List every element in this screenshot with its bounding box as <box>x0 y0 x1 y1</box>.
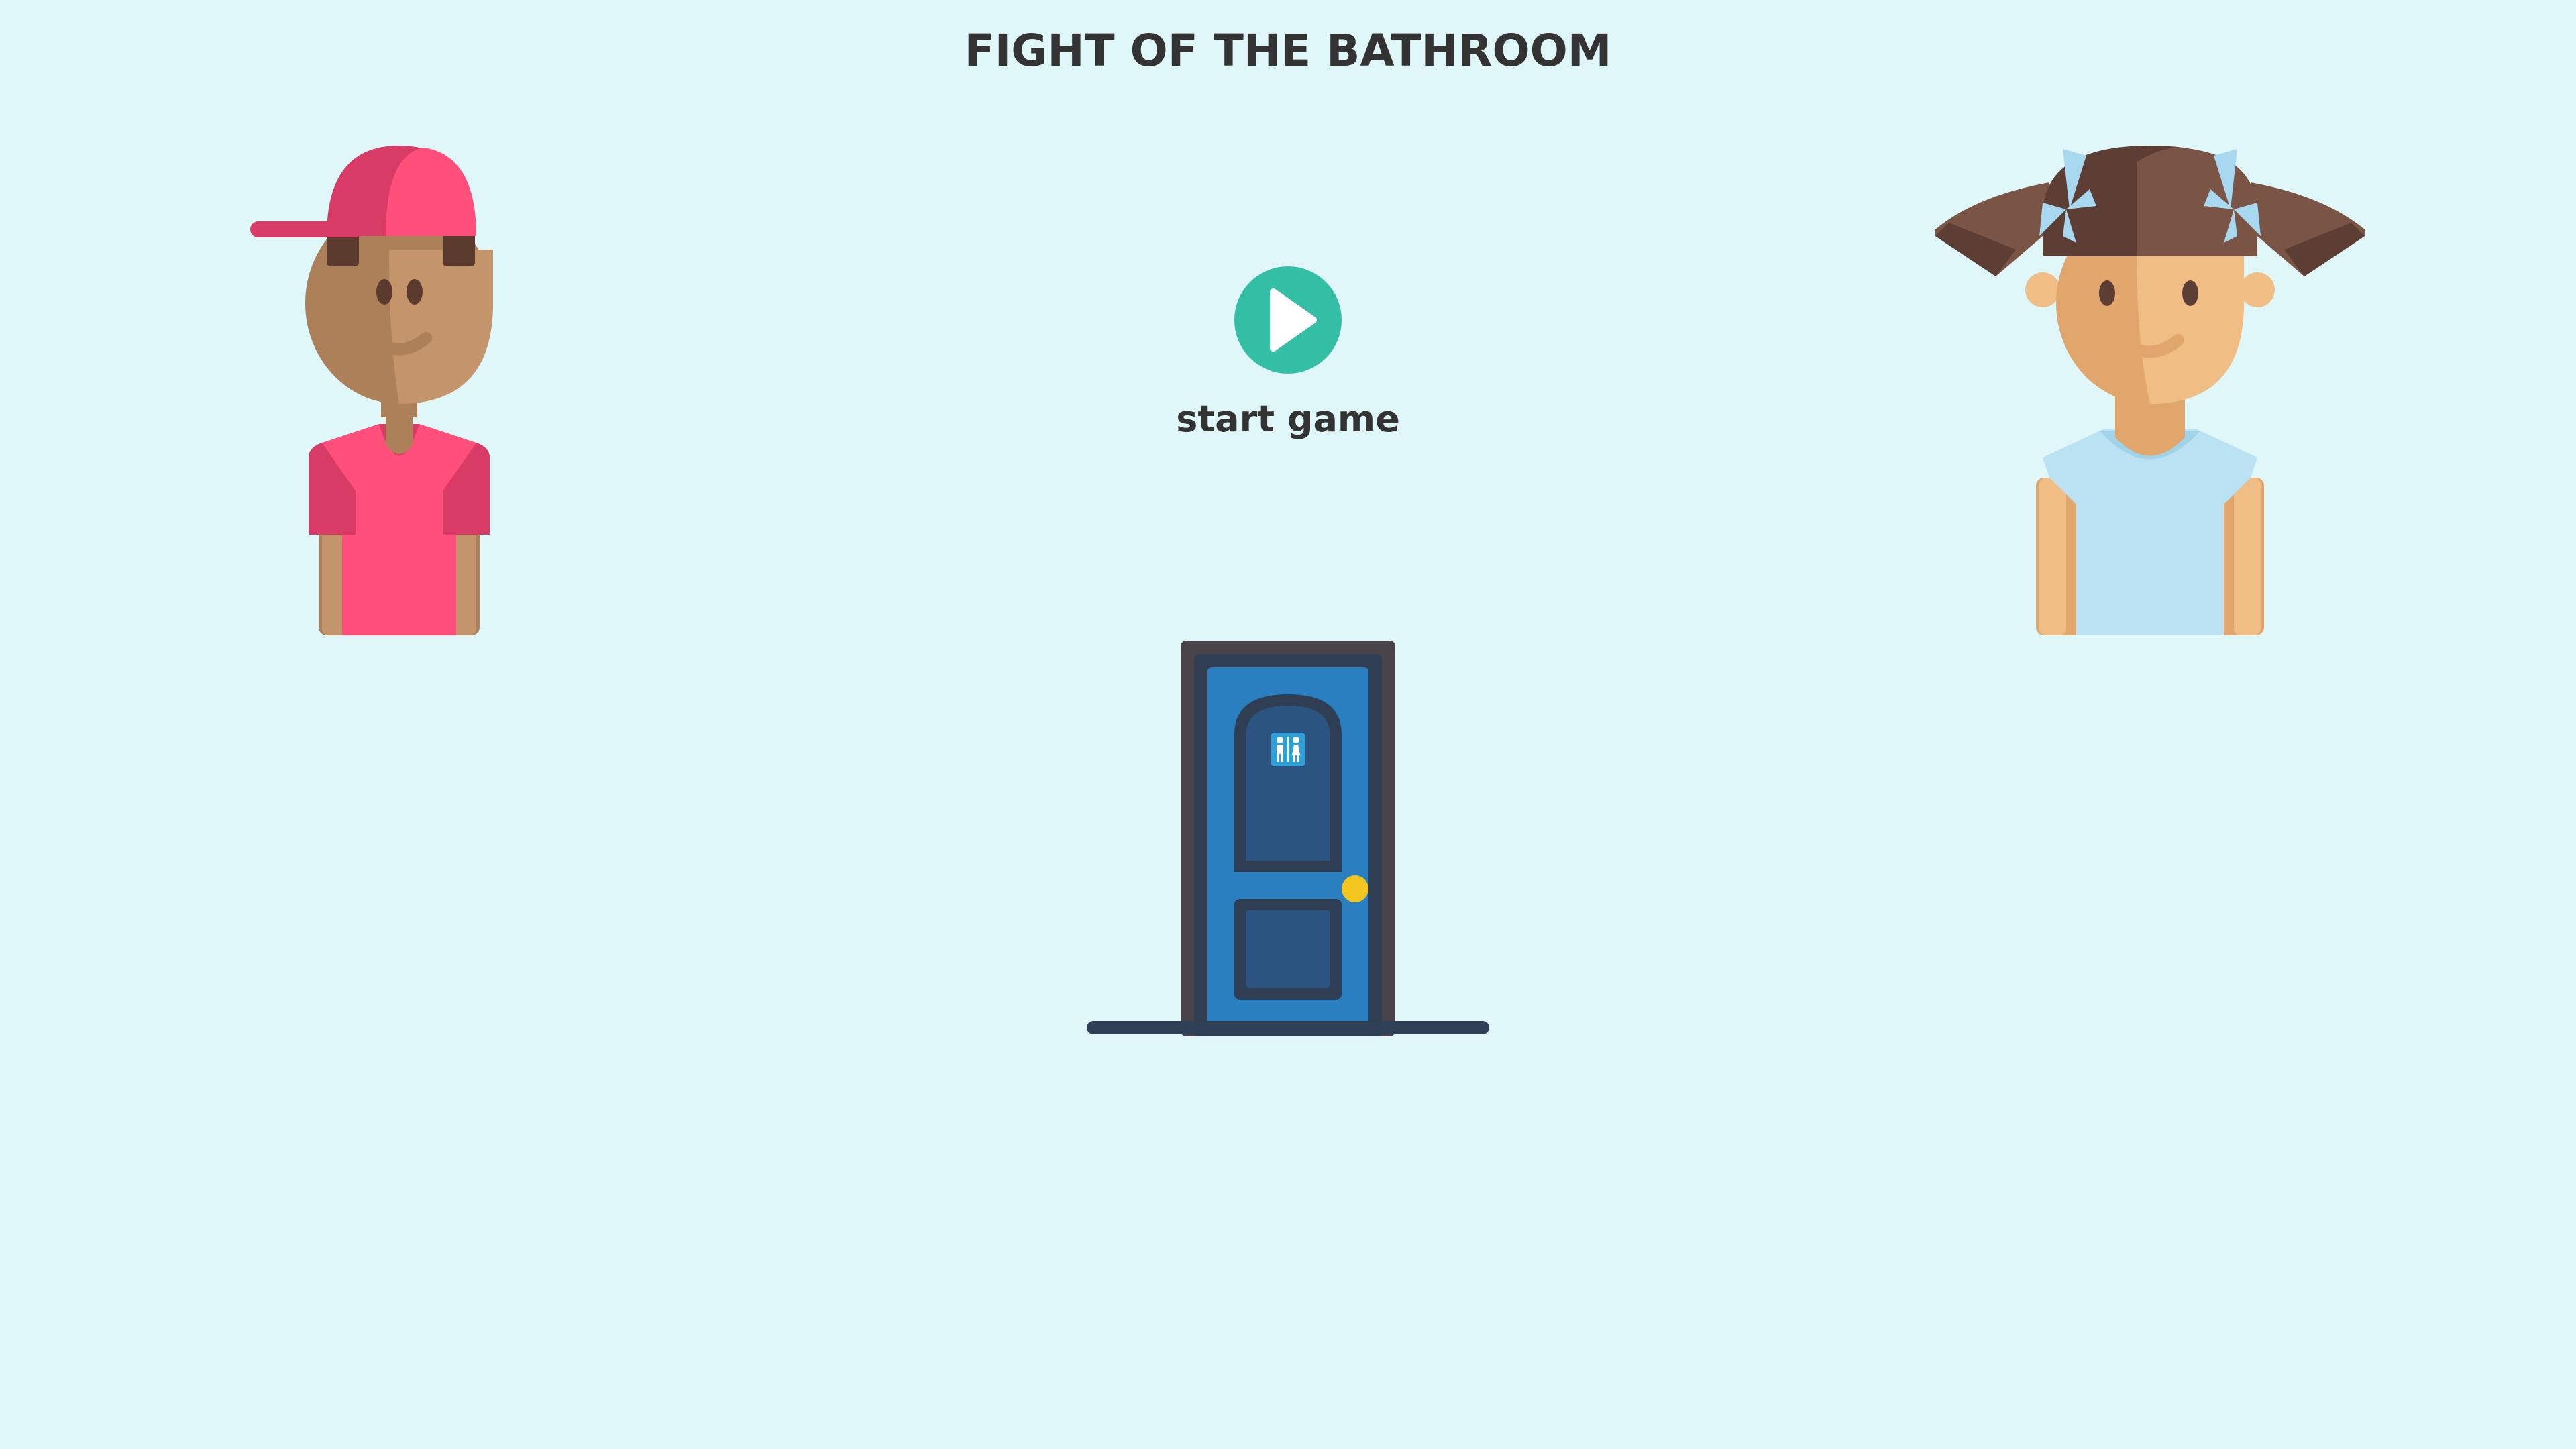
start-game-label[interactable]: start game <box>1087 392 1489 446</box>
door-illustration <box>1087 641 1489 1036</box>
boy-illustration <box>250 146 493 635</box>
start-game-button[interactable] <box>1234 266 1342 374</box>
girl-illustration <box>1935 146 2365 635</box>
bathroom-door <box>1083 637 1493 1042</box>
game-stage: FIGHT OF THE BATHROOM start game <box>0 0 2576 1449</box>
play-icon <box>1234 266 1342 374</box>
boy-character <box>248 142 550 645</box>
girl-character <box>1935 142 2365 645</box>
game-title: FIGHT OF THE BATHROOM <box>964 25 1612 76</box>
restroom-icon <box>1271 733 1305 766</box>
